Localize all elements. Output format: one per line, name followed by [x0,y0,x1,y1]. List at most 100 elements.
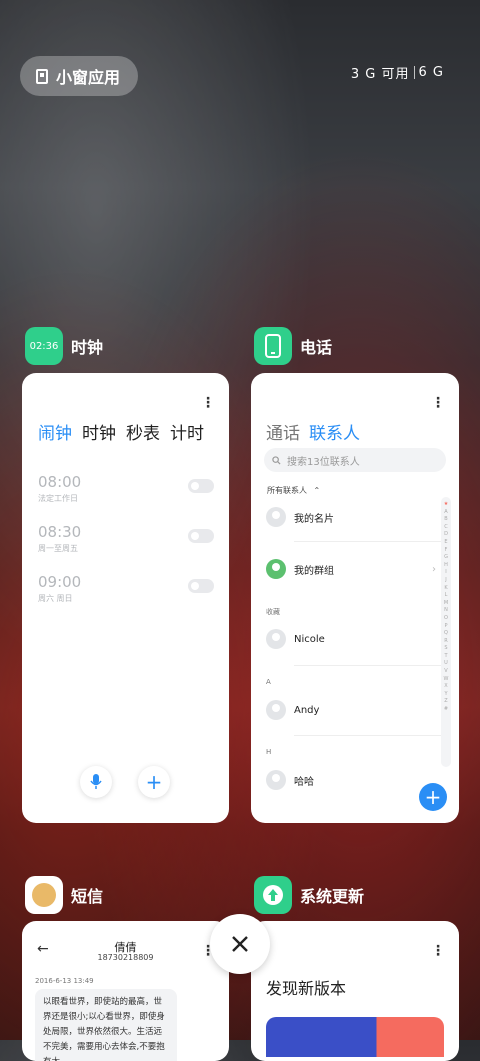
tab-clock[interactable]: 时钟 [82,419,116,444]
more-options-icon[interactable] [431,395,445,411]
alarm-repeat: 周一至周五 [38,544,78,553]
clock-app-card[interactable]: 闹钟 时钟 秒表 计时 08:00 法定工作日 08:30 周一至周五 09:0… [22,373,229,823]
index-letter[interactable]: J [445,577,446,583]
plus-icon: + [424,785,442,809]
alarm-item[interactable]: 09:00 周六 周日 [38,573,214,604]
message-bubble-icon [32,883,56,907]
contact-row[interactable]: 哈哈 [266,770,436,790]
update-headline: 发现新版本 [266,979,347,998]
message-bubble: 以眼看世界，即使站的最高，世界还是很小;以心看世界，即使身处局限，世界依然很大。… [35,989,177,1061]
add-alarm-button[interactable]: + [138,766,170,798]
section-header: 收藏 [266,608,280,616]
my-groups-row[interactable]: 我的群组 › [266,559,436,579]
index-letter[interactable]: L [445,592,448,598]
phone-app-icon [254,327,292,365]
index-letter[interactable]: Y [444,691,447,697]
index-letter[interactable]: E [444,539,447,545]
alarm-item[interactable]: 08:00 法定工作日 [38,473,214,504]
small-window-label: 小窗应用 [56,68,121,87]
index-letter[interactable]: U [444,660,448,666]
index-letter[interactable]: A [444,509,447,515]
phone-app-card[interactable]: 通话 联系人 搜索13位联系人 所有联系人 ⌃ 我的名片 我的群组 › 收藏 N… [251,373,459,823]
contact-name: Andy [294,704,320,716]
alphabet-index-bar[interactable]: ★ A B C D E F G H I J K L M N O P Q R S T U V W X Y Z # [441,497,451,767]
plus-icon: + [145,770,163,794]
index-letter[interactable]: K [444,585,447,591]
index-letter[interactable]: B [444,516,447,522]
index-letter[interactable]: Q [444,630,448,636]
contact-row[interactable]: Andy [266,700,436,720]
contact-name: Nicole [294,633,325,645]
close-icon [232,936,248,952]
contact-search-input[interactable]: 搜索13位联系人 [264,448,446,472]
clock-app-header[interactable]: 02:36 时钟 [25,327,103,365]
tab-stopwatch[interactable]: 秒表 [126,419,160,444]
section-header: A [266,678,271,686]
memory-available: 3 G 可用 [350,67,410,82]
index-letter[interactable]: F [445,547,448,553]
index-letter[interactable]: X [444,683,447,689]
memory-total: 6 G [418,65,444,80]
filter-label: 所有联系人 [267,486,307,495]
avatar [266,629,286,649]
contact-number: 18730218809 [97,953,154,962]
memory-indicator: 3 G 可用 6 G [351,63,444,82]
index-letter[interactable]: D [444,531,448,537]
sms-app-name: 短信 [71,887,104,906]
small-window-apps-button[interactable]: 小窗应用 [20,56,138,96]
index-letter[interactable]: R [444,638,447,644]
contact-row[interactable]: Nicole [266,629,436,649]
clock-app-icon: 02:36 [25,327,63,365]
index-letter[interactable]: P [444,623,447,629]
tab-contacts[interactable]: 联系人 [309,419,360,444]
alarm-repeat: 法定工作日 [38,494,78,503]
upload-arrow-icon [263,885,283,905]
index-letter[interactable]: G [444,554,448,560]
tab-alarm[interactable]: 闹钟 [38,419,72,444]
alarm-toggle[interactable] [188,529,214,543]
alarm-toggle[interactable] [188,579,214,593]
more-options-icon[interactable] [201,943,215,959]
tab-calls[interactable]: 通话 [266,419,300,444]
more-options-icon[interactable] [201,395,215,411]
more-options-icon[interactable] [431,943,445,959]
tab-timer[interactable]: 计时 [170,419,204,444]
index-letter[interactable]: M [444,600,448,606]
index-letter[interactable]: H [444,562,448,568]
update-app-icon [254,876,292,914]
search-icon [272,455,281,465]
avatar [266,770,286,790]
index-letter[interactable]: T [444,653,447,659]
small-window-icon [36,68,48,84]
index-letter[interactable]: Z [444,698,447,704]
index-letter[interactable]: I [445,569,446,575]
index-letter[interactable]: O [444,615,448,621]
clear-all-button[interactable] [210,914,270,974]
divider [294,541,444,542]
index-letter[interactable]: # [444,706,448,712]
index-letter[interactable]: C [444,524,448,530]
index-letter[interactable]: S [444,645,447,651]
update-app-header[interactable]: 系统更新 [254,876,364,914]
index-letter[interactable]: V [444,668,447,674]
my-card-row[interactable]: 我的名片 [266,507,436,527]
phone-app-name: 电话 [300,338,333,357]
alarm-toggle[interactable] [188,479,214,493]
voice-alarm-button[interactable] [80,766,112,798]
divider [294,735,444,736]
index-letter[interactable]: W [444,676,449,682]
index-letter[interactable]: N [444,607,448,613]
index-letter[interactable]: ★ [444,501,448,507]
sms-app-card[interactable]: ← 倩倩 18730218809 2016-6-13 13:49 以眼看世界，即… [22,921,229,1061]
contact-filter-dropdown[interactable]: 所有联系人 ⌃ [267,485,320,496]
update-app-card[interactable]: 发现新版本 [251,921,459,1061]
alarm-repeat: 周六 周日 [38,594,73,603]
alarm-item[interactable]: 08:30 周一至周五 [38,523,214,554]
phone-tabs: 通话 联系人 [266,419,360,444]
contact-name: 哈哈 [294,776,314,788]
my-card-label: 我的名片 [294,513,334,525]
sms-app-header[interactable]: 短信 [25,876,103,914]
update-banner [266,1017,444,1057]
add-contact-button[interactable]: + [419,783,447,811]
phone-app-header[interactable]: 电话 [254,327,332,365]
